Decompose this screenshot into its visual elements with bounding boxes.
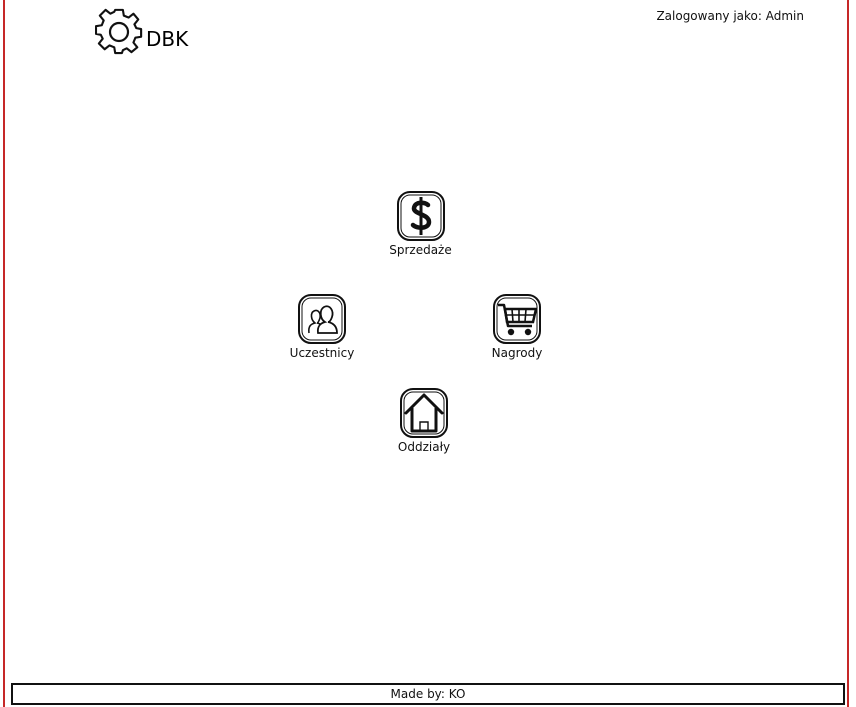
menu-item-prizes-label: Nagrody [491, 346, 543, 360]
page-frame [3, 0, 849, 707]
cart-icon [492, 293, 542, 345]
menu-item-participants[interactable]: Uczestnicy [287, 293, 357, 360]
footer-text: Made by: KO [390, 687, 466, 701]
gear-icon [94, 8, 143, 56]
logged-in-user: Zalogowany jako: Admin [656, 9, 804, 23]
menu-item-branches[interactable]: Oddziały [389, 387, 459, 454]
menu-item-branches-label: Oddziały [397, 440, 451, 454]
menu-item-prizes[interactable]: Nagrody [482, 293, 552, 360]
dollar-icon [396, 190, 446, 242]
menu-item-participants-label: Uczestnicy [289, 346, 355, 360]
home-icon [399, 387, 449, 439]
menu-item-sales[interactable]: Sprzedaże [384, 190, 457, 257]
app-title: DBK [146, 27, 189, 51]
menu-item-sales-label: Sprzedaże [389, 243, 452, 257]
app-logo[interactable]: DBK [94, 8, 189, 56]
users-icon [297, 293, 347, 345]
footer: Made by: KO [11, 683, 845, 705]
